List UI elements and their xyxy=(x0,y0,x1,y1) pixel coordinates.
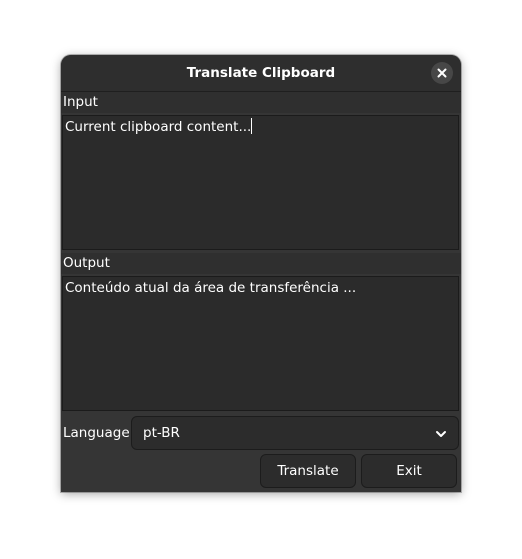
output-textarea[interactable]: Conteúdo atual da área de transferência … xyxy=(62,276,459,411)
translate-clipboard-window: Translate Clipboard Input Current clipbo… xyxy=(61,55,461,492)
title-bar[interactable]: Translate Clipboard xyxy=(61,55,461,92)
input-text: Current clipboard content... xyxy=(65,119,252,135)
language-dropdown[interactable]: pt-BR xyxy=(131,416,459,450)
language-selected-value: pt-BR xyxy=(143,425,180,441)
language-label: Language xyxy=(63,425,130,441)
chevron-down-icon xyxy=(436,431,446,437)
text-cursor xyxy=(251,118,253,134)
exit-button[interactable]: Exit xyxy=(361,454,457,488)
output-label: Output xyxy=(61,253,461,274)
close-icon xyxy=(437,68,447,78)
input-label: Input xyxy=(61,92,461,113)
window-title: Translate Clipboard xyxy=(186,65,336,81)
output-text: Conteúdo atual da área de transferência … xyxy=(65,280,357,296)
translate-button[interactable]: Translate xyxy=(260,454,356,488)
close-button[interactable] xyxy=(431,62,453,84)
input-textarea[interactable]: Current clipboard content... xyxy=(62,115,459,250)
